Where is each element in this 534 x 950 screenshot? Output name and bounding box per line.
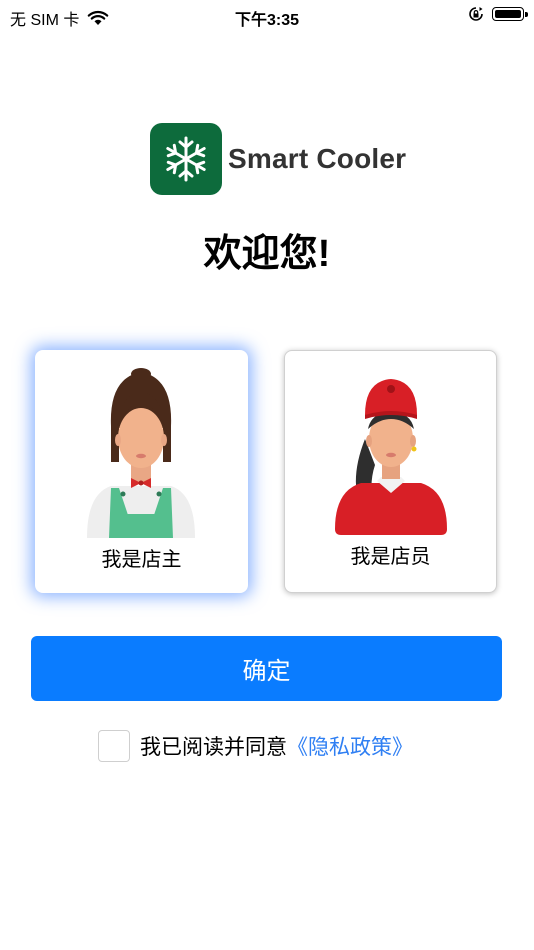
shop-staff-avatar bbox=[335, 379, 447, 535]
confirm-button[interactable]: 确定 bbox=[31, 636, 502, 701]
agree-text: 我已阅读并同意 bbox=[140, 736, 287, 759]
role-label-staff: 我是店员 bbox=[350, 546, 431, 568]
role-label-owner: 我是店主 bbox=[101, 549, 182, 571]
status-right bbox=[468, 6, 528, 22]
snowflake-icon bbox=[150, 123, 222, 195]
battery-icon bbox=[492, 7, 528, 21]
status-time: 下午3:35 bbox=[234, 12, 300, 29]
status-bar: 无 SIM 卡 下午3:35 bbox=[0, 0, 534, 32]
agree-checkbox[interactable] bbox=[98, 730, 130, 762]
privacy-policy-link[interactable]: 《隐私政策》 bbox=[287, 731, 413, 761]
role-card-owner[interactable]: 我是店主 bbox=[35, 350, 248, 593]
role-card-staff[interactable]: 我是店员 bbox=[284, 350, 497, 593]
rotation-lock-icon bbox=[469, 7, 483, 21]
welcome-title: 欢迎您! bbox=[203, 233, 331, 275]
privacy-agreement: 我已阅读并同意 《隐私政策》 bbox=[98, 730, 413, 762]
app-name: Smart Cooler bbox=[228, 143, 407, 174]
shop-owner-avatar bbox=[87, 368, 195, 538]
brand-header: Smart Cooler bbox=[150, 123, 406, 195]
